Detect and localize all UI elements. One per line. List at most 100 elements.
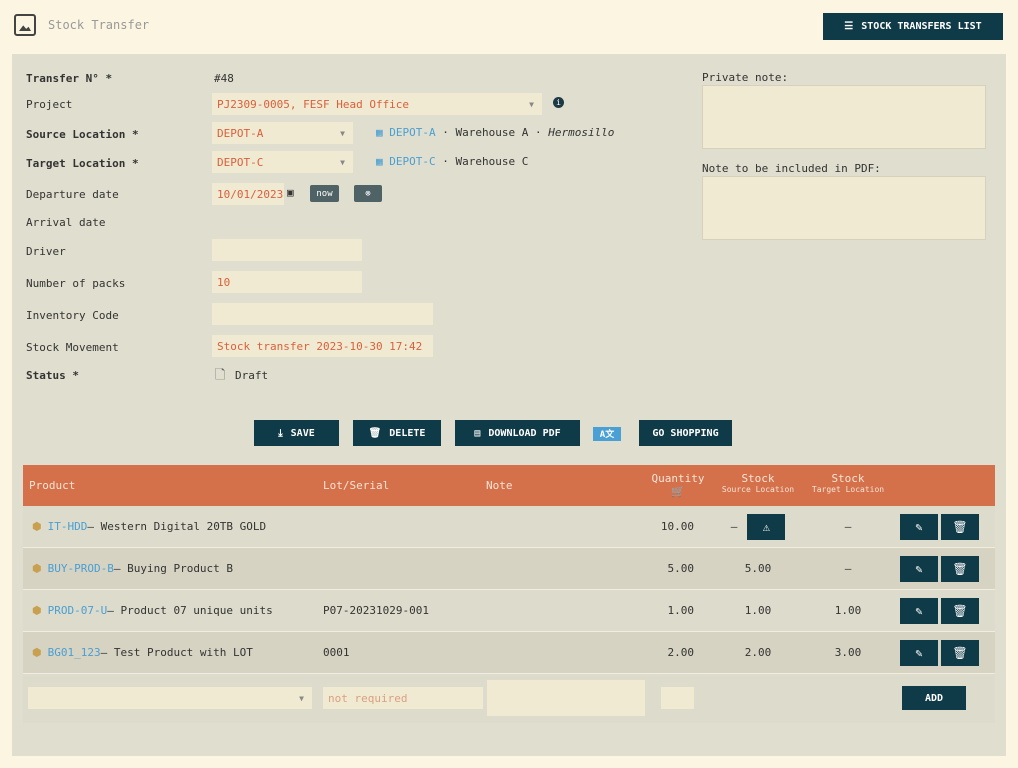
status-label: Status *: [26, 369, 79, 382]
warehouse-icon: ▦: [376, 126, 390, 139]
departure-date-input[interactable]: 10/01/2023: [212, 183, 284, 205]
product-name: – Test Product with LOT: [100, 646, 253, 659]
header-quantity: Quantity: [651, 472, 705, 485]
pdf-icon: ▤: [474, 427, 481, 439]
calendar-icon[interactable]: ▣: [287, 186, 294, 199]
chevron-down-icon: ▼: [340, 157, 345, 167]
now-button[interactable]: now: [310, 185, 339, 202]
header-stock-target: Stock: [831, 472, 865, 485]
source-location-info: ▦ DEPOT-A · Warehouse A · Hermosillo: [376, 126, 614, 139]
packs-input[interactable]: 10: [212, 271, 362, 293]
inventory-code-input[interactable]: [212, 303, 433, 325]
target-value: DEPOT-C: [217, 155, 264, 169]
draft-icon: 🗋: [215, 368, 226, 383]
quantity: 5.00: [667, 562, 695, 575]
source-city: Hermosillo: [548, 126, 615, 139]
target-location-info: ▦ DEPOT-C · Warehouse C: [376, 155, 528, 168]
stock-movement-input[interactable]: Stock transfer 2023-10-30 17:42: [212, 335, 433, 357]
quantity: 2.00: [667, 646, 695, 659]
stock-source: 2.00: [744, 646, 772, 659]
product-icon: ⬢: [32, 604, 42, 617]
stock-target: 1.00: [834, 604, 862, 617]
product-name: – Product 07 unique units: [107, 604, 273, 617]
project-select[interactable]: PJ2309-0005, FESF Head Office ▼: [212, 93, 542, 115]
target-location-label: Target Location *: [26, 157, 139, 170]
clear-date-button[interactable]: ⊗: [354, 185, 382, 202]
quantity: 10.00: [660, 520, 694, 533]
private-note-textarea[interactable]: [702, 85, 986, 149]
target-desc: · Warehouse C: [435, 155, 529, 168]
stock-transfer-icon: [14, 14, 36, 36]
delete-line-button[interactable]: 🗑: [941, 597, 979, 624]
save-button[interactable]: ⤓ SAVE: [254, 420, 339, 446]
transfer-no-label: Transfer N° *: [26, 72, 113, 85]
stock-transfers-list-button[interactable]: ☰ STOCK TRANSFERS LIST: [823, 13, 1003, 40]
table-row: ⬢ IT-HDD – Western Digital 20TB GOLD 10.0…: [23, 506, 995, 548]
edit-button[interactable]: ✎: [900, 513, 938, 540]
pdf-note-textarea[interactable]: [702, 176, 986, 240]
delete-button[interactable]: 🗑 DELETE: [353, 420, 441, 446]
table-row: ⬢ BUY-PROD-B – Buying Product B 5.00 5.00…: [23, 548, 995, 590]
download-icon: ⤓: [278, 427, 283, 439]
new-lot-input[interactable]: not required: [323, 687, 483, 709]
table-row: ⬢ PROD-07-U – Product 07 unique units P07…: [23, 590, 995, 632]
warning-icon[interactable]: ⚠: [747, 513, 786, 540]
product-link[interactable]: BUY-PROD-B: [48, 562, 114, 575]
stock-source-value: –: [730, 520, 738, 533]
inventory-code-label: Inventory Code: [26, 309, 119, 322]
target-location-select[interactable]: DEPOT-C ▼: [212, 151, 353, 173]
product-name: – Western Digital 20TB GOLD: [87, 520, 267, 533]
product-icon: ⬢: [32, 562, 42, 575]
edit-button[interactable]: ✎: [900, 597, 938, 624]
stock-movement-label: Stock Movement: [26, 341, 119, 354]
status-value: Draft: [235, 369, 269, 382]
transfer-no-value: #48: [214, 72, 234, 85]
source-location-link[interactable]: DEPOT-A: [389, 126, 435, 139]
header-target-location: Target Location: [811, 485, 885, 494]
source-desc: · Warehouse A ·: [435, 126, 549, 139]
new-quantity-input[interactable]: [661, 687, 694, 709]
add-button[interactable]: ADD: [902, 686, 966, 710]
project-label: Project: [26, 98, 73, 111]
header-source-location: Source Location: [721, 485, 795, 494]
stock-source: 1.00: [744, 604, 772, 617]
edit-button[interactable]: ✎: [900, 555, 938, 582]
go-shopping-button[interactable]: GO SHOPPING: [639, 420, 732, 446]
page-title: Stock Transfer: [48, 18, 150, 32]
translate-icon[interactable]: A文: [593, 427, 621, 441]
table-row: ⬢ BG01_123 – Test Product with LOT 0001 2…: [23, 632, 995, 674]
pdf-note-label: Note to be included in PDF:: [702, 162, 881, 175]
chevron-down-icon: ▼: [529, 99, 534, 109]
driver-label: Driver: [26, 245, 66, 258]
header-note: Note: [486, 479, 513, 492]
packs-label: Number of packs: [26, 277, 126, 290]
edit-button[interactable]: ✎: [900, 639, 938, 666]
trash-icon: 🗑: [368, 427, 382, 439]
new-product-select[interactable]: ▼: [28, 687, 312, 709]
source-location-label: Source Location *: [26, 128, 139, 141]
chevron-down-icon: ▼: [299, 693, 304, 703]
product-name: – Buying Product B: [113, 562, 234, 575]
download-pdf-button[interactable]: ▤ DOWNLOAD PDF: [455, 420, 580, 446]
product-link[interactable]: PROD-07-U: [48, 604, 108, 617]
chevron-down-icon: ▼: [340, 128, 345, 138]
stock-source: 5.00: [744, 562, 772, 575]
product-link[interactable]: BG01_123: [48, 646, 101, 659]
stock-target: –: [844, 562, 852, 575]
header-product: Product: [29, 479, 76, 492]
list-icon: ☰: [844, 21, 854, 32]
departure-value: 10/01/2023: [217, 187, 284, 201]
info-icon[interactable]: i: [553, 97, 564, 108]
product-link[interactable]: IT-HDD: [48, 520, 88, 533]
source-location-select[interactable]: DEPOT-A ▼: [212, 122, 353, 144]
delete-line-button[interactable]: 🗑: [941, 513, 979, 540]
stock-source: – ⚠: [713, 506, 803, 547]
delete-line-button[interactable]: 🗑: [941, 639, 979, 666]
new-note-textarea[interactable]: [487, 680, 645, 716]
target-location-link[interactable]: DEPOT-C: [389, 155, 435, 168]
product-icon: ⬢: [32, 646, 42, 659]
driver-input[interactable]: [212, 239, 362, 261]
departure-date-label: Departure date: [26, 188, 119, 201]
delete-line-button[interactable]: 🗑: [941, 555, 979, 582]
product-icon: ⬢: [32, 520, 42, 533]
